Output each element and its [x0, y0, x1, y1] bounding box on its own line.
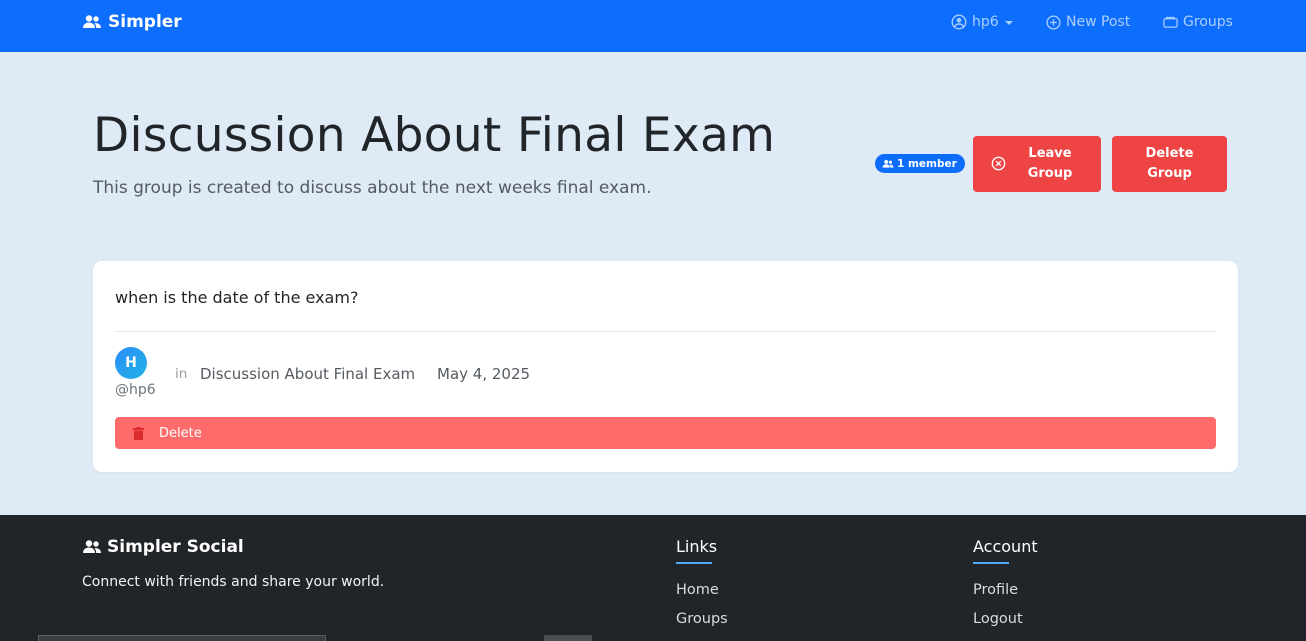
post-group-link[interactable]: Discussion About Final Exam — [200, 365, 415, 383]
post-date: May 4, 2025 — [437, 365, 531, 383]
groups-link[interactable]: Groups — [1163, 14, 1233, 30]
in-label: in — [175, 366, 188, 382]
leave-group-button[interactable]: Leave Group — [973, 136, 1101, 192]
delete-post-button[interactable]: Delete — [115, 417, 1216, 449]
post-card: when is the date of the exam? H @hp6 in … — [93, 261, 1238, 472]
page-title: Discussion About Final Exam — [93, 108, 776, 163]
avatar[interactable]: H — [115, 347, 147, 379]
delete-group-label: Delete Group — [1145, 146, 1194, 181]
footer-link-home[interactable]: Home — [676, 582, 719, 598]
navbar: Simpler hp6 New Post Groups — [0, 0, 1306, 52]
user-circle-icon — [951, 14, 967, 30]
footer-tagline: Connect with friends and share your worl… — [82, 574, 385, 590]
users-icon — [882, 159, 894, 168]
group-description: This group is created to discuss about t… — [93, 178, 652, 198]
footer-link-logout[interactable]: Logout — [973, 611, 1023, 627]
brand-name: Simpler — [108, 12, 182, 32]
footer-account-heading: Account — [973, 537, 1038, 564]
delete-post-label: Delete — [159, 425, 202, 441]
footer-brand-name: Simpler Social — [107, 537, 244, 557]
taskbar-fragment — [38, 635, 326, 641]
users-icon — [83, 15, 101, 28]
plus-circle-icon — [1046, 14, 1061, 30]
footer-brand: Simpler Social — [82, 537, 244, 557]
member-count-label: 1 member — [897, 157, 957, 170]
groups-label: Groups — [1183, 14, 1233, 30]
users-icon — [83, 540, 101, 553]
member-count-badge: 1 member — [875, 154, 965, 173]
post-text: when is the date of the exam? — [115, 288, 359, 307]
footer-link-groups[interactable]: Groups — [676, 611, 728, 627]
footer-links-heading: Links — [676, 537, 718, 564]
post-author[interactable]: @hp6 — [115, 382, 156, 398]
new-post-label: New Post — [1066, 14, 1131, 30]
chevron-down-icon — [1004, 20, 1013, 25]
divider — [115, 331, 1216, 332]
new-post-link[interactable]: New Post — [1046, 14, 1130, 30]
footer-link-profile[interactable]: Profile — [973, 582, 1018, 598]
brand-link[interactable]: Simpler — [82, 12, 182, 32]
footer: Simpler Social Connect with friends and … — [0, 515, 1306, 641]
taskbar-fragment — [544, 635, 592, 641]
user-label: hp6 — [972, 14, 999, 30]
leave-group-label: Leave Group — [1027, 146, 1073, 181]
delete-group-button[interactable]: Delete Group — [1112, 136, 1227, 192]
folder-icon — [1163, 16, 1178, 28]
x-circle-icon — [991, 156, 1006, 171]
trash-icon — [133, 426, 144, 440]
user-dropdown[interactable]: hp6 — [951, 14, 1013, 30]
